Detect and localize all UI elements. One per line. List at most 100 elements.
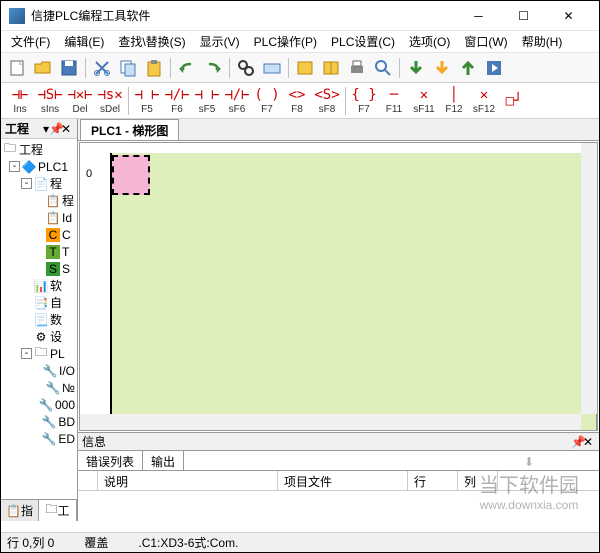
- tree-item[interactable]: 🔧ED: [3, 430, 75, 447]
- app-icon: [9, 8, 25, 24]
- tree-item[interactable]: 🔧BD: [3, 413, 75, 430]
- window-title: 信捷PLC编程工具软件: [31, 7, 456, 24]
- menu-search[interactable]: 查找\替换(S): [112, 31, 191, 52]
- col-project[interactable]: 项目文件: [278, 471, 408, 490]
- search-button[interactable]: [371, 56, 395, 80]
- upload-button[interactable]: [456, 56, 480, 80]
- menu-edit[interactable]: 编辑(E): [58, 31, 110, 52]
- instr-sf8[interactable]: <S>sF8: [312, 84, 342, 118]
- download-button[interactable]: [404, 56, 428, 80]
- run-button[interactable]: [482, 56, 506, 80]
- instr-ins[interactable]: ⊣⊢Ins: [5, 84, 35, 118]
- tree-item[interactable]: 🔧№: [3, 379, 75, 396]
- tree-item[interactable]: 📃数: [3, 311, 75, 328]
- instr-f8[interactable]: <>F8: [282, 84, 312, 118]
- instr-del[interactable]: ⊣✕⊢Del: [65, 84, 95, 118]
- tree-item[interactable]: CC: [3, 226, 75, 243]
- info-title: 信息: [82, 433, 571, 450]
- instr-f6[interactable]: ⊣/⊢F6: [162, 84, 192, 118]
- vertical-scrollbar[interactable]: [581, 143, 597, 414]
- redo-button[interactable]: [201, 56, 225, 80]
- undo-button[interactable]: [175, 56, 199, 80]
- row-number: 0: [86, 168, 92, 180]
- info-panel: 信息 📌 ✕ 错误列表 输出 说明 项目文件 行 列: [78, 432, 599, 521]
- status-connection: .C1:XD3-6式:Com.: [138, 534, 238, 551]
- tree-item[interactable]: 📋Id: [3, 209, 75, 226]
- tree-item[interactable]: 📋程: [3, 192, 75, 209]
- tree-item[interactable]: 🔧I/O: [3, 362, 75, 379]
- tree-item[interactable]: SS: [3, 260, 75, 277]
- pin-icon[interactable]: 📌: [571, 435, 583, 449]
- new-button[interactable]: [5, 56, 29, 80]
- status-position: 行 0,列 0: [7, 534, 54, 551]
- pin-icon[interactable]: 📌: [49, 122, 61, 136]
- col-icon[interactable]: [78, 471, 98, 490]
- main-toolbar: [1, 53, 599, 83]
- tree-item[interactable]: 📑自: [3, 294, 75, 311]
- tree-root[interactable]: 🗀工程: [3, 141, 75, 158]
- tree-item[interactable]: 📊软: [3, 277, 75, 294]
- save-button[interactable]: [57, 56, 81, 80]
- window1-button[interactable]: [293, 56, 317, 80]
- open-button[interactable]: [31, 56, 55, 80]
- tree-item[interactable]: 🔧000: [3, 396, 75, 413]
- menu-plc-op[interactable]: PLC操作(P): [248, 31, 323, 52]
- tree-item[interactable]: -📄程: [3, 175, 75, 192]
- error-list-table: 说明 项目文件 行 列: [78, 471, 599, 521]
- menu-window[interactable]: 窗口(W): [458, 31, 513, 52]
- info-tab-output[interactable]: 输出: [143, 451, 184, 470]
- instr-f12[interactable]: │F12: [439, 84, 469, 118]
- col-col[interactable]: 列: [458, 471, 498, 490]
- ladder-editor[interactable]: 0: [79, 142, 598, 431]
- sidebar-tabs: 📋指 🗀工: [1, 499, 77, 521]
- menu-plc-set[interactable]: PLC设置(C): [325, 31, 401, 52]
- paste-button[interactable]: [142, 56, 166, 80]
- ladder-canvas[interactable]: [112, 153, 597, 431]
- close-icon[interactable]: ✕: [61, 122, 73, 136]
- col-row[interactable]: 行: [408, 471, 458, 490]
- close-button[interactable]: ✕: [546, 1, 591, 31]
- tree-plc[interactable]: -🔷PLC1: [3, 158, 75, 175]
- instr-f11[interactable]: ─F11: [379, 84, 409, 118]
- tree-item[interactable]: TT: [3, 243, 75, 260]
- instr-sf12[interactable]: ✕sF12: [469, 84, 499, 118]
- info-header: 信息 📌 ✕: [78, 433, 599, 451]
- maximize-button[interactable]: ☐: [501, 1, 546, 31]
- instr-sf11[interactable]: ✕sF11: [409, 84, 439, 118]
- menu-view[interactable]: 显示(V): [194, 31, 246, 52]
- instr-sdel[interactable]: ⊣s✕sDel: [95, 84, 125, 118]
- sidebar-tab-instruction[interactable]: 📋指: [1, 500, 39, 521]
- copy-button[interactable]: [116, 56, 140, 80]
- sidebar-title: 工程: [5, 120, 43, 137]
- instr-sins[interactable]: ⊣S⊢sIns: [35, 84, 65, 118]
- instr-f7[interactable]: ( )F7: [252, 84, 282, 118]
- download2-button[interactable]: [430, 56, 454, 80]
- doc-tab-plc1[interactable]: PLC1 - 梯形图: [80, 119, 179, 140]
- close-icon[interactable]: ✕: [583, 435, 595, 449]
- menu-help[interactable]: 帮助(H): [516, 31, 569, 52]
- col-desc[interactable]: 说明: [98, 471, 278, 490]
- find-button[interactable]: [234, 56, 258, 80]
- menu-options[interactable]: 选项(O): [403, 31, 456, 52]
- instr-end[interactable]: □┘: [499, 84, 529, 118]
- instr-f7b[interactable]: { }F7: [349, 84, 379, 118]
- status-mode: 覆盖: [84, 534, 108, 551]
- menu-file[interactable]: 文件(F): [5, 31, 56, 52]
- instr-sf6[interactable]: ⊣/⊢sF6: [222, 84, 252, 118]
- info-tab-errors[interactable]: 错误列表: [78, 451, 143, 470]
- window2-button[interactable]: [319, 56, 343, 80]
- instr-f5[interactable]: ⊣ ⊢F5: [132, 84, 162, 118]
- instr-sf5[interactable]: ⊣ ⊢sF5: [192, 84, 222, 118]
- sidebar-header: 工程 ▾ 📌 ✕: [1, 119, 77, 139]
- ladder-cursor[interactable]: [112, 155, 150, 195]
- project-tree[interactable]: 🗀工程 -🔷PLC1 -📄程 📋程 📋Id CC TT SS 📊软 📑自 📃数 …: [1, 139, 77, 499]
- tree-item[interactable]: -🗀PL: [3, 345, 75, 362]
- cut-button[interactable]: [90, 56, 114, 80]
- project-sidebar: 工程 ▾ 📌 ✕ 🗀工程 -🔷PLC1 -📄程 📋程 📋Id CC TT SS …: [1, 119, 78, 521]
- print-button[interactable]: [345, 56, 369, 80]
- sidebar-tab-project[interactable]: 🗀工: [39, 500, 77, 521]
- horizontal-scrollbar[interactable]: [80, 414, 581, 430]
- minimize-button[interactable]: ─: [456, 1, 501, 31]
- status-bar: 行 0,列 0 覆盖 .C1:XD3-6式:Com.: [1, 532, 599, 552]
- keyboard-button[interactable]: [260, 56, 284, 80]
